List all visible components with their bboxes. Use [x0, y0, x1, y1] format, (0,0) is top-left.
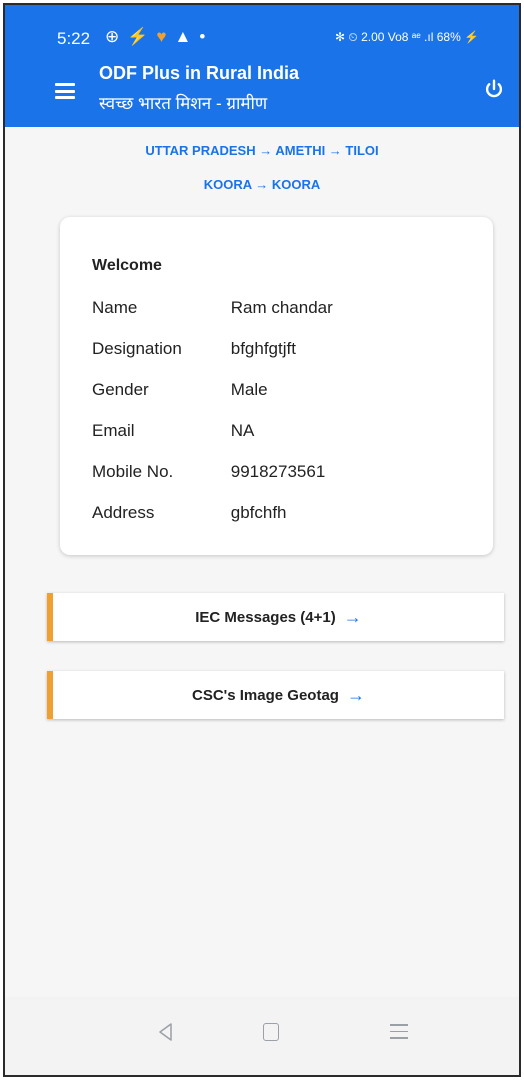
field-value: gbfchfh	[230, 503, 287, 522]
hamburger-icon[interactable]	[55, 83, 75, 99]
profile-row-gender: Gender Male	[92, 380, 268, 400]
field-value: NA	[230, 421, 255, 440]
iec-messages-button[interactable]: IEC Messages (4+1) →	[47, 593, 504, 641]
csc-image-geotag-label: CSC's Image Geotag	[192, 686, 339, 704]
arrow-right-icon: →	[343, 606, 362, 627]
field-value: Male	[230, 380, 268, 399]
profile-row-address: Address gbfchfh	[92, 503, 287, 523]
status-icon-2: ⚡	[127, 27, 149, 46]
app-subtitle: स्वच्छ भारत मिशन - ग्रामीण	[99, 94, 268, 113]
field-value: 9918273561	[230, 462, 326, 481]
profile-row-designation: Designation bfghfgtjft	[92, 339, 296, 359]
status-icon-4: ▲	[174, 27, 192, 46]
breadcrumb-line-2: KOORA → KOORA	[203, 177, 321, 192]
status-icon-3: ♥	[156, 27, 167, 46]
field-label: Mobile No.	[92, 462, 174, 481]
status-icon-1: ⊕	[105, 27, 120, 46]
app-title: ODF Plus in Rural India	[99, 63, 300, 83]
status-icon-5: •	[199, 27, 206, 46]
field-label: Address	[92, 503, 155, 522]
power-icon[interactable]	[483, 78, 505, 100]
profile-row-mobile: Mobile No. 9918273561	[92, 462, 325, 482]
csc-image-geotag-button[interactable]: CSC's Image Geotag →	[47, 671, 504, 719]
app-header: 5:22 ⊕ ⚡ ♥ ▲ • ✻ ⏲ 2.00 Vo8 ᵃᵉ .ıl 68% ⚡…	[5, 5, 519, 127]
status-icons-left: ⊕ ⚡ ♥ ▲ •	[105, 27, 205, 47]
back-icon[interactable]	[155, 1021, 177, 1043]
field-label: Name	[92, 298, 138, 317]
field-label: Email	[92, 421, 135, 440]
iec-messages-label: IEC Messages (4+1)	[195, 608, 336, 626]
status-icons-right: ✻ ⏲ 2.00 Vo8 ᵃᵉ .ıl 68% ⚡	[335, 30, 480, 44]
profile-card: Welcome Name Ram chandar Designation bfg…	[60, 217, 493, 555]
phone-screen: 5:22 ⊕ ⚡ ♥ ▲ • ✻ ⏲ 2.00 Vo8 ᵃᵉ .ıl 68% ⚡…	[3, 3, 521, 1077]
status-bar: 5:22 ⊕ ⚡ ♥ ▲ • ✻ ⏲ 2.00 Vo8 ᵃᵉ .ıl 68% ⚡	[5, 25, 519, 53]
welcome-heading: Welcome	[92, 257, 162, 274]
system-nav-bar	[5, 997, 519, 1075]
profile-row-name: Name Ram chandar	[92, 298, 333, 318]
field-value: bfghfgtjft	[230, 339, 296, 358]
home-icon[interactable]	[263, 1023, 279, 1041]
field-label: Gender	[92, 380, 149, 399]
arrow-right-icon: →	[346, 684, 365, 705]
status-time: 5:22	[57, 29, 91, 48]
field-value: Ram chandar	[230, 298, 333, 317]
recent-apps-icon[interactable]	[390, 1024, 408, 1044]
breadcrumb-line-1: UTTAR PRADESH → AMETHI → TILOI	[145, 143, 379, 158]
profile-row-email: Email NA	[92, 421, 254, 441]
field-label: Designation	[92, 339, 182, 358]
